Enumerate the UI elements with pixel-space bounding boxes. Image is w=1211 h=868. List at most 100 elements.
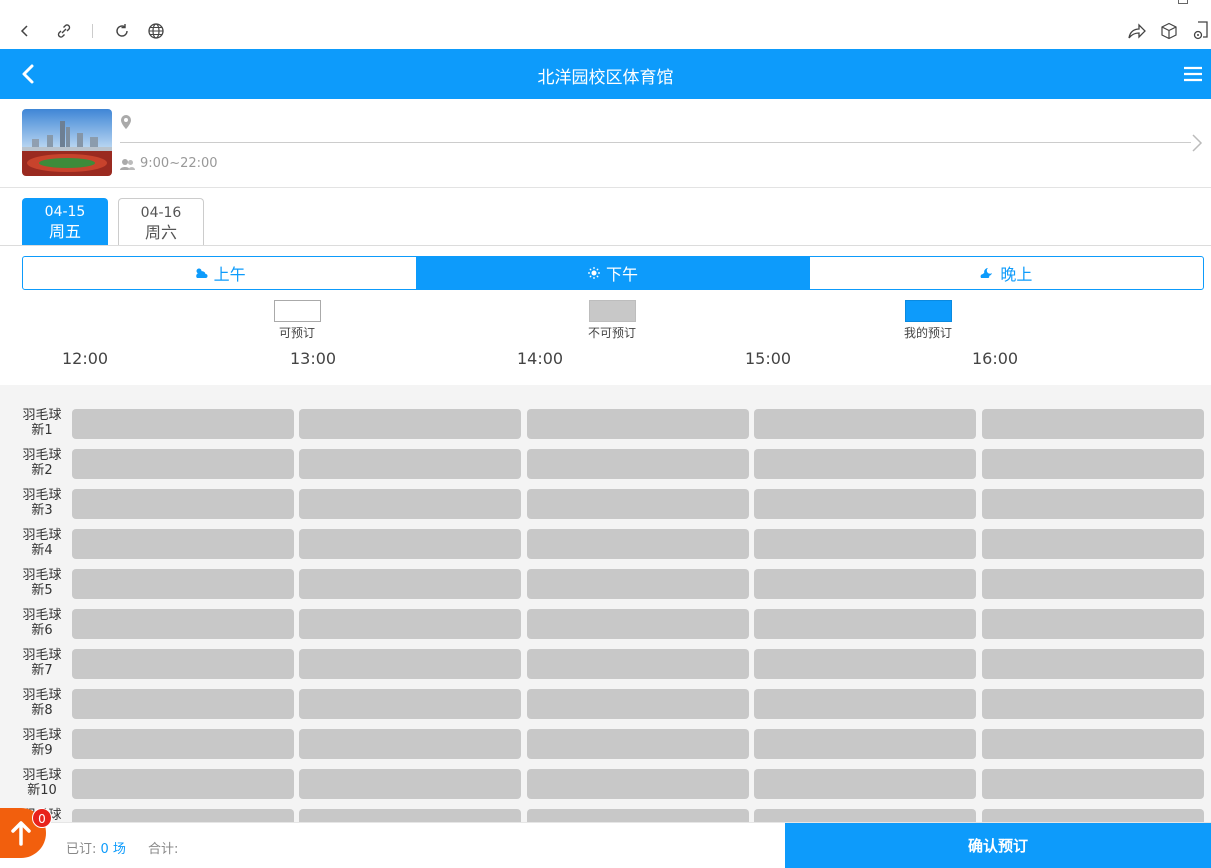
court-time-slot[interactable]: [754, 689, 976, 719]
window-restore-icon[interactable]: [1178, 0, 1188, 4]
court-time-slot[interactable]: [299, 689, 521, 719]
court-time-slot[interactable]: [754, 489, 976, 519]
share-icon[interactable]: [1125, 20, 1147, 42]
legend-available-label: 可预订: [278, 326, 315, 340]
court-time-slot[interactable]: [527, 409, 749, 439]
court-time-slot[interactable]: [754, 409, 976, 439]
court-time-slot[interactable]: [72, 769, 294, 799]
court-time-slot[interactable]: [527, 529, 749, 559]
court-time-slot[interactable]: [72, 529, 294, 559]
legend-unavailable-label: 不可预订: [587, 326, 636, 340]
court-time-slot[interactable]: [982, 409, 1204, 439]
period-evening-button[interactable]: 晚上: [810, 257, 1203, 289]
court-time-slot[interactable]: [72, 449, 294, 479]
court-time-slot[interactable]: [299, 729, 521, 759]
time-label: 13:00: [290, 349, 337, 368]
court-time-slot[interactable]: [754, 529, 976, 559]
court-time-slot[interactable]: [299, 769, 521, 799]
refresh-icon[interactable]: [111, 20, 133, 42]
app-header: 北洋园校区体育馆: [0, 49, 1211, 99]
court-time-slot[interactable]: [299, 809, 521, 822]
court-time-slot[interactable]: [527, 809, 749, 822]
court-time-slot[interactable]: [982, 609, 1204, 639]
court-time-slot[interactable]: [754, 649, 976, 679]
court-time-slot[interactable]: [982, 689, 1204, 719]
page-title: 北洋园校区体育馆: [537, 68, 674, 88]
court-time-slot[interactable]: [527, 569, 749, 599]
court-time-slot[interactable]: [527, 649, 749, 679]
hamburger-menu-icon[interactable]: [1183, 65, 1203, 83]
booked-label: 已订:: [66, 842, 97, 857]
court-time-slot[interactable]: [982, 809, 1204, 822]
court-time-slot[interactable]: [72, 569, 294, 599]
settings-page-icon[interactable]: [1190, 20, 1211, 42]
opening-hours: 9:00~22:00: [140, 156, 218, 171]
court-time-slot[interactable]: [754, 809, 976, 822]
court-time-slot[interactable]: [527, 689, 749, 719]
court-label: 羽毛球 新2: [14, 448, 70, 478]
court-time-slot[interactable]: [527, 609, 749, 639]
location-pin-icon: [120, 114, 132, 130]
court-label-line2: 新5: [31, 583, 53, 598]
date-tab-0415[interactable]: 04-15 周五: [22, 198, 108, 245]
court-label-line1: 羽毛球: [22, 448, 62, 463]
period-afternoon-button[interactable]: 下午: [416, 257, 810, 289]
period-morning-button[interactable]: 上午: [23, 257, 416, 289]
date-tab-0416[interactable]: 04-16 周六: [118, 198, 204, 245]
court-time-slot[interactable]: [72, 729, 294, 759]
court-time-slot[interactable]: [982, 729, 1204, 759]
court-time-slot[interactable]: [299, 649, 521, 679]
link-icon[interactable]: [53, 20, 75, 42]
globe-icon[interactable]: [145, 20, 167, 42]
court-time-slot[interactable]: [982, 529, 1204, 559]
period-selector: 上午 下午 晚上: [22, 256, 1204, 290]
court-time-slot[interactable]: [299, 529, 521, 559]
browser-back-icon[interactable]: [14, 20, 36, 42]
venue-divider: [120, 142, 1191, 143]
venue-card[interactable]: 9:00~22:00: [0, 99, 1211, 188]
court-time-slot[interactable]: [299, 409, 521, 439]
court-time-slot[interactable]: [754, 769, 976, 799]
court-time-slot[interactable]: [527, 489, 749, 519]
court-time-slot[interactable]: [72, 809, 294, 822]
time-label: 16:00: [972, 349, 1019, 368]
booked-summary: 已订: 0 场: [66, 838, 126, 857]
total-label: 合计:: [148, 842, 179, 857]
court-time-slot[interactable]: [72, 649, 294, 679]
court-label: 羽毛球 新9: [14, 728, 70, 758]
court-time-slot[interactable]: [754, 609, 976, 639]
court-time-slot[interactable]: [527, 769, 749, 799]
court-time-slot[interactable]: [299, 489, 521, 519]
chevron-right-icon[interactable]: [1191, 133, 1203, 153]
browser-toolbar: [0, 0, 1211, 49]
court-time-slot[interactable]: [754, 729, 976, 759]
court-time-slot[interactable]: [72, 689, 294, 719]
court-time-slot[interactable]: [299, 609, 521, 639]
court-time-slot[interactable]: [527, 449, 749, 479]
court-time-slot[interactable]: [72, 409, 294, 439]
court-time-slot[interactable]: [72, 609, 294, 639]
court-time-slot[interactable]: [72, 489, 294, 519]
court-time-slot[interactable]: [299, 449, 521, 479]
court-time-slot[interactable]: [982, 569, 1204, 599]
period-label: 晚上: [1000, 265, 1033, 284]
court-time-slot[interactable]: [754, 569, 976, 599]
court-time-slot[interactable]: [982, 449, 1204, 479]
cube-icon[interactable]: [1158, 20, 1180, 42]
date-tabs: 04-15 周五 04-16 周六: [0, 188, 1211, 246]
confirm-booking-button[interactable]: 确认预订: [785, 823, 1211, 868]
court-time-slot[interactable]: [982, 489, 1204, 519]
court-time-slot[interactable]: [299, 569, 521, 599]
court-label-line1: 羽毛球: [22, 608, 62, 623]
people-icon: [120, 156, 135, 175]
court-time-slot[interactable]: [754, 449, 976, 479]
sun-cloud-icon: [194, 264, 208, 283]
court-time-slot[interactable]: [982, 649, 1204, 679]
legend-available-swatch: [274, 300, 321, 322]
court-time-slot[interactable]: [527, 729, 749, 759]
court-label-line2: 新10: [27, 783, 57, 798]
arrow-up-icon: [10, 820, 32, 850]
court-label: 羽毛球 新4: [14, 528, 70, 558]
court-label: 羽毛球 新5: [14, 568, 70, 598]
court-time-slot[interactable]: [982, 769, 1204, 799]
